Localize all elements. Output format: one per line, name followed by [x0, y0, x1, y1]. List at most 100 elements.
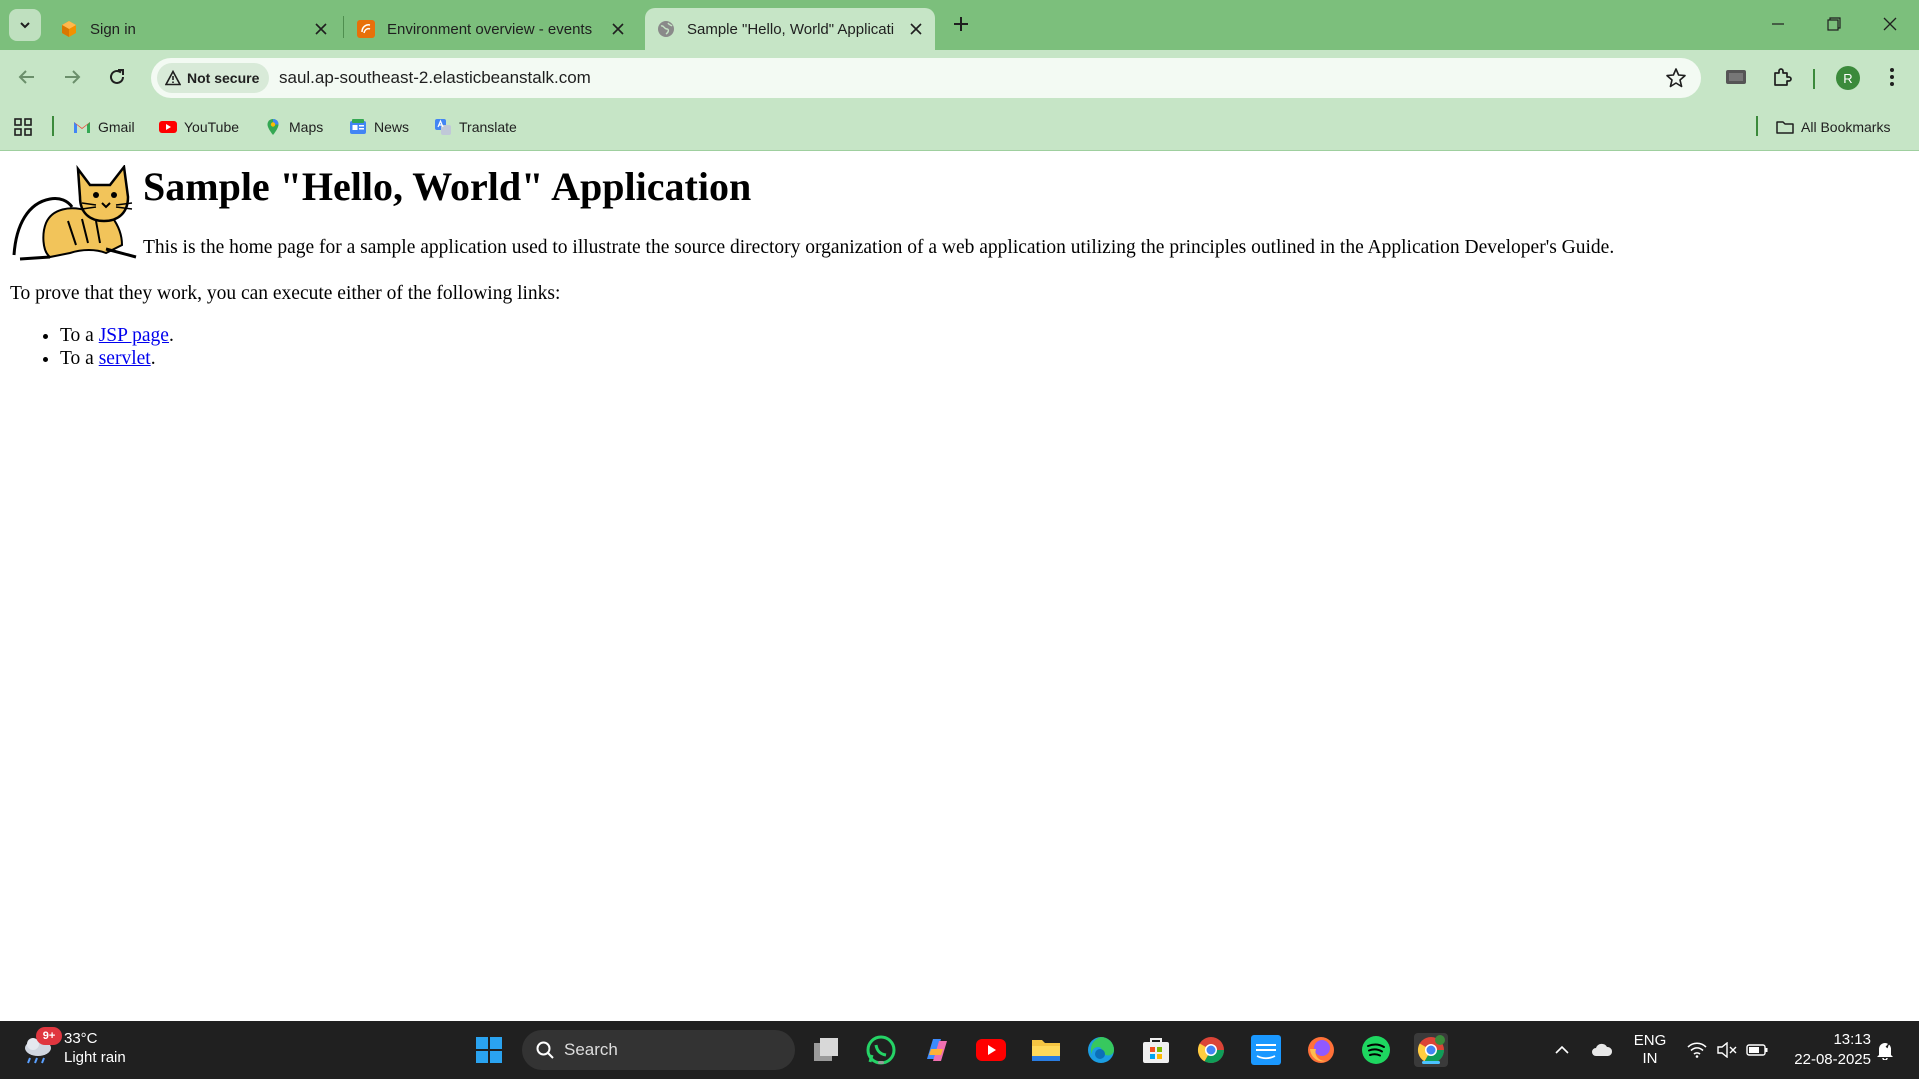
list-item-prefix: To a — [60, 325, 99, 346]
site-info-button[interactable]: Not secure — [157, 63, 270, 93]
minimize-button[interactable] — [1750, 0, 1806, 48]
bookmark-gmail[interactable]: Gmail — [73, 115, 135, 139]
bookmarks-divider — [1756, 116, 1758, 136]
puzzle-icon — [1774, 68, 1792, 86]
cloud-icon — [1592, 1043, 1613, 1056]
onedrive-button[interactable] — [1588, 1021, 1616, 1079]
taskbar-firefox[interactable] — [1304, 1033, 1338, 1067]
tomcat-logo — [12, 165, 137, 261]
close-tab-icon[interactable] — [609, 20, 627, 38]
close-tab-icon[interactable] — [312, 20, 330, 38]
cast-button[interactable] — [1720, 61, 1752, 93]
clock-time: 13:13 — [1833, 1031, 1871, 1048]
maps-icon — [267, 119, 279, 135]
address-bar[interactable]: Not secure saul.ap-southeast-2.elasticbe… — [151, 58, 1701, 98]
youtube-icon — [159, 121, 177, 133]
taskbar-copilot[interactable] — [919, 1033, 953, 1067]
taskbar-chrome-profile[interactable] — [1414, 1033, 1448, 1067]
task-view-icon — [814, 1038, 838, 1061]
notifications-button[interactable] — [1870, 1021, 1900, 1079]
warning-icon — [165, 70, 181, 86]
close-tab-icon[interactable] — [907, 20, 925, 38]
minimize-icon — [1772, 23, 1784, 25]
list-item-prefix: To a — [60, 348, 99, 369]
battery-button[interactable] — [1744, 1021, 1770, 1079]
taskbar-file-explorer[interactable] — [1029, 1033, 1063, 1067]
taskbar-youtube[interactable] — [974, 1033, 1008, 1067]
bookmark-label: YouTube — [184, 119, 240, 135]
taskbar-chrome[interactable] — [1194, 1033, 1228, 1067]
youtube-icon — [976, 1039, 1006, 1061]
toolbar-divider — [1813, 69, 1815, 89]
notification-bell-icon — [1877, 1041, 1893, 1060]
plus-icon — [954, 17, 968, 31]
task-view-button[interactable] — [809, 1033, 843, 1067]
arrow-left-icon — [18, 70, 34, 84]
back-button[interactable] — [11, 61, 43, 93]
close-icon — [1883, 17, 1897, 31]
url-text[interactable]: saul.ap-southeast-2.elasticbeanstalk.com — [279, 68, 591, 88]
taskbar-whatsapp[interactable] — [864, 1033, 898, 1067]
tab-sample-hello-world[interactable]: Sample "Hello, World" Applicati — [645, 8, 935, 50]
taskbar-edge[interactable] — [1084, 1033, 1118, 1067]
security-label: Not secure — [187, 70, 260, 86]
wifi-button[interactable] — [1684, 1021, 1710, 1079]
page-content: Sample "Hello, World" Application This i… — [0, 151, 1919, 1021]
elastic-beanstalk-icon — [357, 20, 375, 38]
restore-icon — [1827, 17, 1841, 31]
windows-taskbar: 33°C Light rain 9+ Search ENG IN 13:13 2… — [0, 1021, 1919, 1079]
taskbar-search[interactable]: Search — [522, 1030, 795, 1070]
active-indicator — [1422, 1061, 1440, 1064]
bookmark-star-icon[interactable] — [1665, 67, 1687, 89]
bookmark-youtube[interactable]: YouTube — [159, 115, 239, 139]
servlet-link[interactable]: servlet — [99, 348, 151, 369]
language-code: ENG — [1633, 1032, 1667, 1049]
new-tab-button[interactable] — [947, 10, 975, 38]
tab-sign-in[interactable]: Sign in — [60, 8, 330, 50]
profile-avatar[interactable]: R — [1836, 66, 1860, 90]
bookmark-maps[interactable]: Maps — [264, 115, 323, 139]
jsp-page-link[interactable]: JSP page — [99, 325, 169, 346]
news-icon — [350, 119, 366, 134]
volume-button[interactable] — [1714, 1021, 1740, 1079]
tab-divider — [343, 16, 344, 38]
firefox-icon — [1308, 1037, 1334, 1063]
taskbar-spotify[interactable] — [1359, 1033, 1393, 1067]
show-hidden-icons-button[interactable] — [1550, 1021, 1574, 1079]
clock[interactable]: 13:13 22-08-2025 — [1794, 1030, 1871, 1070]
globe-icon — [658, 21, 674, 37]
bookmark-translate[interactable]: Translate — [434, 115, 517, 139]
search-icon — [536, 1041, 554, 1059]
region-code: IN — [1642, 1050, 1658, 1067]
close-window-button[interactable] — [1862, 0, 1918, 48]
all-bookmarks-label: All Bookmarks — [1801, 119, 1891, 135]
restore-button[interactable] — [1806, 0, 1862, 48]
weather-temperature: 33°C — [64, 1030, 98, 1047]
translate-icon — [435, 119, 451, 135]
bookmark-label: Gmail — [98, 119, 135, 135]
edge-icon — [1088, 1037, 1114, 1063]
start-button[interactable] — [472, 1033, 506, 1067]
bookmark-news[interactable]: News — [349, 115, 409, 139]
tab-title: Sign in — [90, 20, 136, 38]
bookmark-label: Translate — [459, 119, 517, 135]
reload-button[interactable] — [101, 61, 133, 93]
browser-menu-button[interactable] — [1876, 61, 1908, 93]
taskbar-prime-video[interactable] — [1249, 1033, 1283, 1067]
bookmarks-divider — [52, 116, 54, 136]
kebab-menu-icon — [1890, 68, 1894, 86]
windows-logo-icon — [476, 1037, 502, 1063]
tab-title: Sample "Hello, World" Applicati — [687, 20, 895, 38]
extensions-button[interactable] — [1766, 61, 1798, 93]
forward-button[interactable] — [56, 61, 88, 93]
taskbar-microsoft-store[interactable] — [1139, 1033, 1173, 1067]
tab-title: Environment overview - events — [387, 20, 593, 38]
tab-search-button[interactable] — [9, 9, 41, 41]
all-bookmarks-button[interactable]: All Bookmarks — [1776, 115, 1890, 139]
tab-environment-overview[interactable]: Environment overview - events — [357, 8, 627, 50]
browser-toolbar: Not secure saul.ap-southeast-2.elasticbe… — [0, 50, 1919, 104]
language-indicator[interactable]: ENG IN — [1630, 1021, 1670, 1079]
list-item-suffix: . — [150, 348, 156, 369]
folder-icon — [1032, 1040, 1060, 1061]
apps-button[interactable] — [14, 115, 32, 139]
